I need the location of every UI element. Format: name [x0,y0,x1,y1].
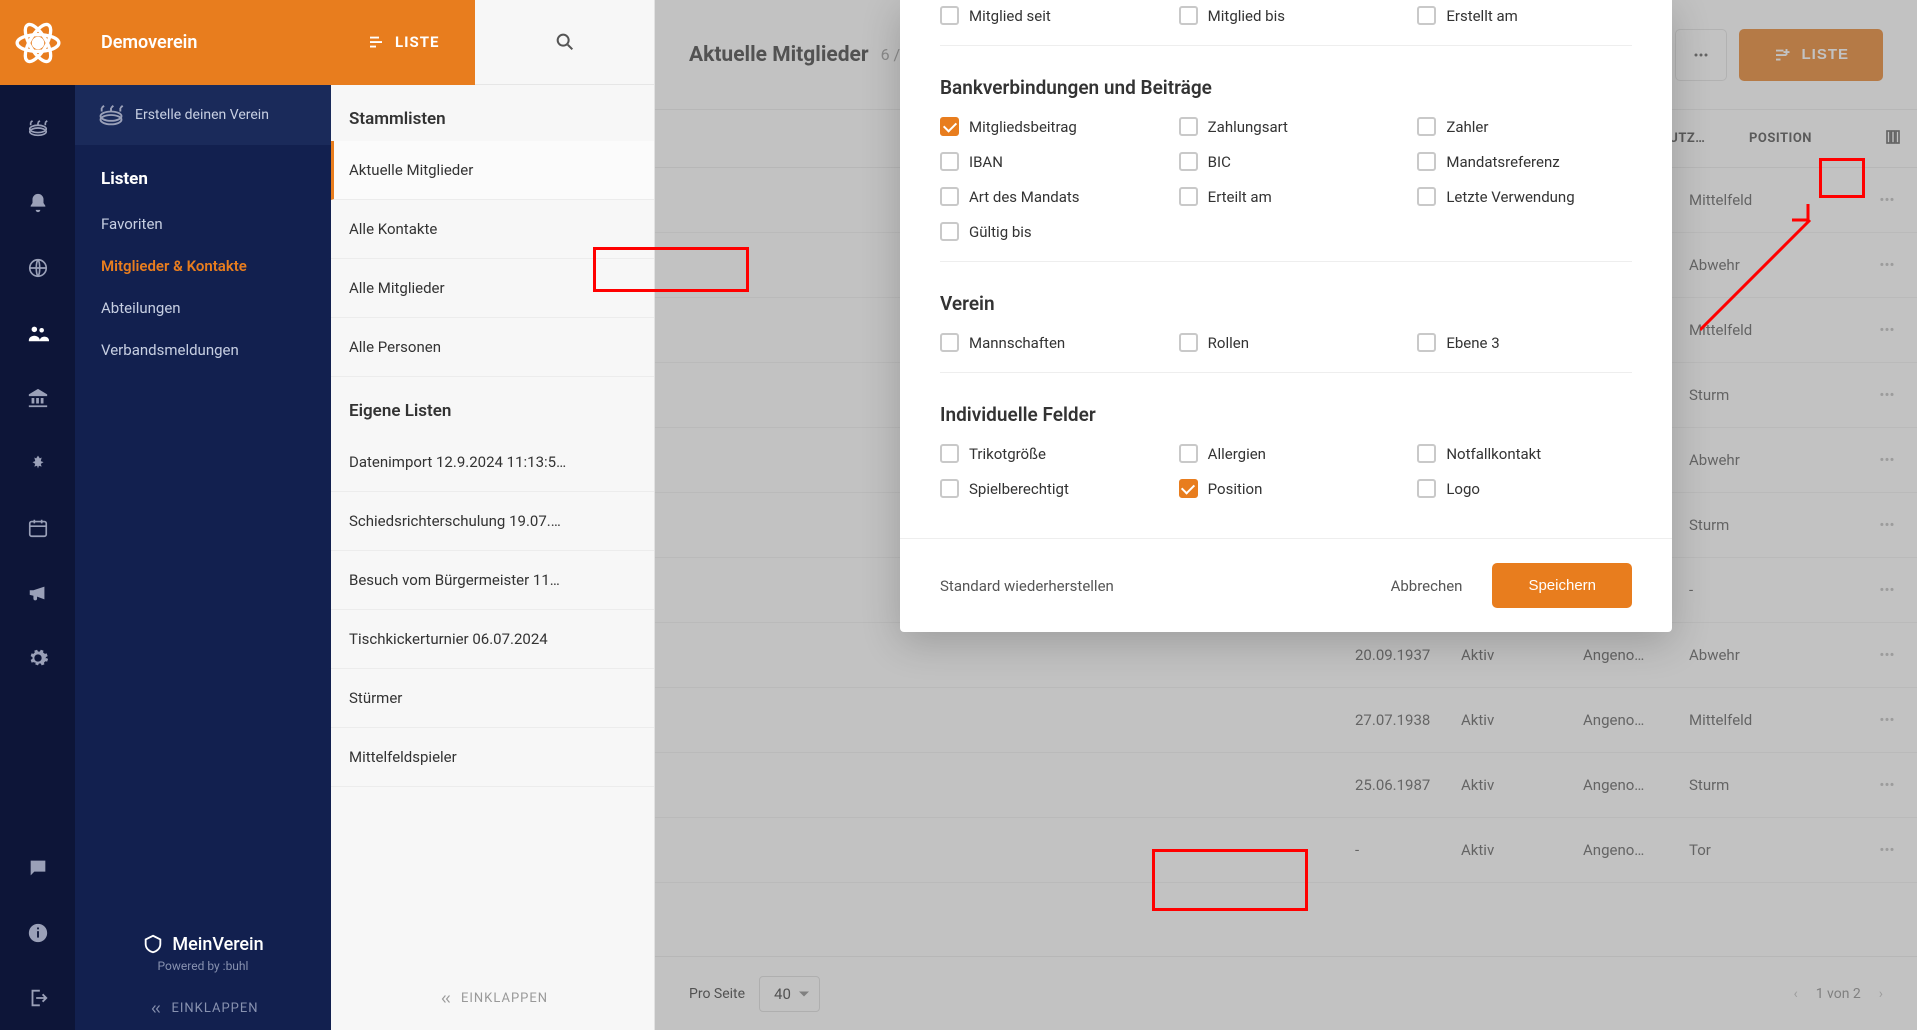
checkbox-icon [1417,333,1436,352]
checkbox-position[interactable]: Position [1179,479,1394,498]
create-club-link[interactable]: Erstelle deinen Verein [75,85,331,145]
modal-overlay[interactable]: Mitglied seit Mitglied bis Erstellt am Ban… [655,0,1917,1030]
checkbox-iban[interactable]: IBAN [940,152,1155,171]
checkbox-icon [1179,152,1198,171]
checkbox-erstellt-am[interactable]: Erstellt am [1417,6,1632,25]
save-button[interactable]: Speichern [1492,563,1632,608]
checkbox-notfallkontakt[interactable]: Notfallkontakt [1417,444,1632,463]
rail-stadium-icon[interactable] [0,85,75,170]
sidebar-item[interactable]: Mitglieder & Kontakte [75,245,331,287]
checkbox-rollen[interactable]: Rollen [1179,333,1394,352]
list-item[interactable]: Besuch vom Bürgermeister 11… [331,551,654,610]
checkbox-zahler[interactable]: Zahler [1417,117,1632,136]
checkbox-mandatsreferenz[interactable]: Mandatsreferenz [1417,152,1632,171]
list-item[interactable]: Mittelfeldspieler [331,728,654,787]
list-item[interactable]: Tischkickerturnier 06.07.2024 [331,610,654,669]
list-item[interactable]: Schiedsrichterschulung 19.07.… [331,492,654,551]
sidebar-collapse[interactable]: EINKLAPPEN [75,987,331,1030]
checkbox-art-des-mandats[interactable]: Art des Mandats [940,187,1155,206]
checkbox-icon [940,6,959,25]
nav-group-title: Listen [75,155,331,203]
checkbox-letzte-verwendung[interactable]: Letzte Verwendung [1417,187,1632,206]
sidebar-brand: MeinVerein Powered by :buhl [75,913,331,987]
checkbox-allergien[interactable]: Allergien [1179,444,1394,463]
checkbox-zahlungsart[interactable]: Zahlungsart [1179,117,1394,136]
sidebar: Demoverein Erstelle deinen Verein Listen… [75,0,331,1030]
checkbox-icon [940,222,959,241]
checkbox-icon [1417,6,1436,25]
checkbox-logo[interactable]: Logo [1417,479,1632,498]
modal-sec2-title: Verein [940,292,1632,315]
rail-calendar-icon[interactable] [0,495,75,560]
sidebar-item[interactable]: Abteilungen [75,287,331,329]
rail-bell-icon[interactable] [0,170,75,235]
sidebar-item[interactable]: Verbandsmeldungen [75,329,331,371]
list-item[interactable]: Alle Mitglieder [331,259,654,318]
column-config-modal: Mitglied seit Mitglied bis Erstellt am Ban… [900,0,1672,632]
checkbox-mannschaften[interactable]: Mannschaften [940,333,1155,352]
rail-gear-icon[interactable] [0,625,75,690]
org-name: Demoverein [75,0,331,85]
app-logo [0,0,75,85]
rail-info-icon[interactable] [0,900,75,965]
checkbox-icon [1179,6,1198,25]
checkbox-icon [1417,117,1436,136]
list-item[interactable]: Alle Personen [331,318,654,377]
checkbox-spielberechtigt[interactable]: Spielberechtigt [940,479,1155,498]
reset-defaults-link[interactable]: Standard wiederherstellen [940,577,1114,595]
main-content: Aktuelle Mitglieder 6 / 67 ausgewählt✕ L… [655,0,1917,1030]
list-panel-collapse[interactable]: EINKLAPPEN [331,967,654,1030]
rail-logout-icon[interactable] [0,965,75,1030]
checkbox-gültig-bis[interactable]: Gültig bis [940,222,1160,241]
rail-globe-icon[interactable] [0,235,75,300]
list-search-icon[interactable] [475,31,654,53]
checkbox-bic[interactable]: BIC [1179,152,1394,171]
checkbox-icon [940,333,959,352]
checkbox-icon [1417,479,1436,498]
checkbox-icon [1417,444,1436,463]
icon-rail [0,0,75,1030]
rail-hands-icon[interactable] [0,430,75,495]
checkbox-icon [1179,444,1198,463]
checkbox-icon [940,444,959,463]
list-item[interactable]: Alle Kontakte [331,200,654,259]
cancel-button[interactable]: Abbrechen [1391,577,1463,595]
rail-megaphone-icon[interactable] [0,560,75,625]
checkbox-icon [1179,117,1198,136]
sidebar-item[interactable]: Favoriten [75,203,331,245]
list-tab[interactable]: LISTE [331,0,475,85]
stammlisten-title: Stammlisten [331,85,654,141]
checkbox-mitglied-bis[interactable]: Mitglied bis [1179,6,1394,25]
checkbox-icon [1179,333,1198,352]
list-panel: LISTE Stammlisten Aktuelle MitgliederAll… [331,0,655,1030]
rail-people-icon[interactable] [0,300,75,365]
rail-chat-icon[interactable] [0,835,75,900]
checkbox-icon [940,152,959,171]
list-item[interactable]: Aktuelle Mitglieder [331,141,654,200]
checkbox-mitglied-seit[interactable]: Mitglied seit [940,6,1155,25]
checkbox-icon [1179,479,1198,498]
checkbox-trikotgröße[interactable]: Trikotgröße [940,444,1155,463]
rail-bank-icon[interactable] [0,365,75,430]
modal-sec3-title: Individuelle Felder [940,403,1632,426]
checkbox-ebene-3[interactable]: Ebene 3 [1417,333,1632,352]
checkbox-icon [1417,152,1436,171]
eigene-listen-title: Eigene Listen [331,377,654,433]
checkbox-icon [1179,187,1198,206]
checkbox-icon [940,187,959,206]
checkbox-mitgliedsbeitrag[interactable]: Mitgliedsbeitrag [940,117,1155,136]
modal-sec1-title: Bankverbindungen und Beiträge [940,76,1632,99]
create-club-label: Erstelle deinen Verein [135,107,269,123]
checkbox-icon [940,479,959,498]
list-item[interactable]: Stürmer [331,669,654,728]
list-item[interactable]: Datenimport 12.9.2024 11:13:5… [331,433,654,492]
checkbox-icon [940,117,959,136]
checkbox-erteilt-am[interactable]: Erteilt am [1179,187,1394,206]
checkbox-icon [1417,187,1436,206]
